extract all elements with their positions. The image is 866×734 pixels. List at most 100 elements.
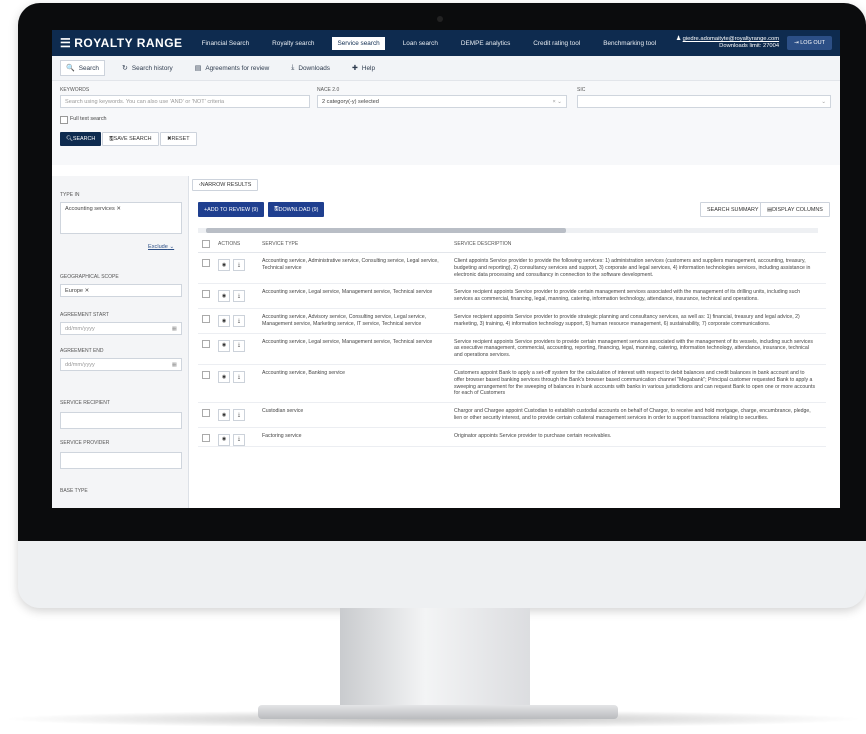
download-icon[interactable]: ⤓ <box>233 259 245 271</box>
menu-icon[interactable]: ☰ <box>60 36 71 50</box>
subnav-agreements-review[interactable]: ▤ Agreements for review <box>190 61 275 75</box>
row-checkbox[interactable] <box>202 409 210 418</box>
download-icon[interactable]: ⤓ <box>233 370 245 383</box>
exclude-link[interactable]: Exclude ⌄ <box>148 244 174 250</box>
calendar-icon[interactable]: ▦ <box>172 362 177 368</box>
geo-chip-label: Europe <box>65 287 84 294</box>
keywords-label: KEYWORDS <box>60 87 90 93</box>
row-actions: ◉ ⤓ <box>218 309 262 333</box>
table-row[interactable]: ◉ ⤓ Accounting service, Legal service, Man… <box>198 284 826 309</box>
download-icon[interactable]: ⤓ <box>233 314 245 327</box>
row-actions: ◉ ⤓ <box>218 253 262 283</box>
reset-button[interactable]: ✖ RESET <box>160 132 197 146</box>
sic-label: SIC <box>577 87 586 93</box>
type-in-select[interactable]: Accounting services ✕ <box>60 202 182 234</box>
nav-benchmarking-tool[interactable]: Benchmarking tool <box>598 37 661 50</box>
calendar-icon[interactable]: ▦ <box>172 326 177 332</box>
view-icon[interactable]: ◉ <box>218 259 230 271</box>
nav-loan-search[interactable]: Loan search <box>398 37 443 50</box>
service-description-cell: Chargor and Chargee appoint Custodian to… <box>454 408 811 421</box>
close-icon[interactable]: ✕ <box>85 288 90 294</box>
row-actions: ◉ ⤓ <box>218 334 262 364</box>
search-icon: 🔍 <box>66 65 75 72</box>
agreement-end-input[interactable]: dd/mm/yyyy ▦ <box>60 358 182 371</box>
display-columns-button[interactable]: ▤ DISPLAY COLUMNS <box>760 202 830 217</box>
download-icon[interactable]: ⤓ <box>233 409 245 422</box>
header-service-description[interactable]: SERVICE DESCRIPTION <box>450 241 826 247</box>
narrow-results-button[interactable]: ‹ NARROW RESULTS <box>192 179 259 191</box>
reset-label: RESET <box>171 136 190 142</box>
filter-sidebar: TYPE IN Accounting services ✕ Exclude ⌄ … <box>52 176 189 508</box>
subnav-downloads-label: Downloads <box>298 64 330 72</box>
save-search-button[interactable]: 🖫 SAVE SEARCH <box>102 132 159 146</box>
service-type-cell: Accounting service, Administrative servi… <box>262 258 439 271</box>
download-icon[interactable]: ⤓ <box>233 290 245 303</box>
view-icon[interactable]: ◉ <box>218 290 230 303</box>
service-provider-input[interactable] <box>60 452 182 469</box>
top-navbar: ☰ ROYALTY RANGE Financial Search Royalty… <box>52 30 840 56</box>
table-row[interactable]: ◉ ⤓ Accounting service, Advisory service, … <box>198 309 826 334</box>
download-button[interactable]: 🖫 DOWNLOAD (9) <box>268 202 325 217</box>
close-icon[interactable]: ✕ <box>116 206 121 212</box>
user-email[interactable]: giedre.adomaityte@royaltyrange.com <box>683 36 779 42</box>
nav-financial-search[interactable]: Financial Search <box>197 37 255 50</box>
full-text-checkbox[interactable] <box>60 116 68 124</box>
nav-credit-rating-tool[interactable]: Credit rating tool <box>528 37 585 50</box>
agreement-start-input[interactable]: dd/mm/yyyy ▦ <box>60 322 182 335</box>
table-row[interactable]: ◉ ⤓ Accounting service, Administrative ser… <box>198 253 826 285</box>
logout-button[interactable]: ⇥ LOG OUT <box>787 36 832 50</box>
search-summary-button[interactable]: SEARCH SUMMARY <box>700 202 766 217</box>
service-type-cell: Accounting service, Banking service <box>262 369 346 376</box>
narrow-results-label: NARROW RESULTS <box>200 182 252 188</box>
type-in-chip-label: Accounting services <box>65 206 115 212</box>
table-row[interactable]: ◉ ⤓ Accounting service, Banking service Cus… <box>198 365 826 404</box>
user-icon: ♟ <box>675 36 683 42</box>
geo-scope-select[interactable]: Europe ✕ <box>60 284 182 297</box>
download-icon[interactable]: ⤓ <box>233 339 245 352</box>
view-icon[interactable]: ◉ <box>218 370 230 383</box>
sic-select[interactable]: ⌄ <box>577 95 831 108</box>
service-recipient-input[interactable] <box>60 412 182 429</box>
view-icon[interactable]: ◉ <box>218 339 230 352</box>
download-icon[interactable]: ⤓ <box>233 433 245 446</box>
geo-chip[interactable]: Europe ✕ <box>65 288 89 294</box>
nav-dempe-analytics[interactable]: DEMPE analytics <box>456 37 515 50</box>
row-actions: ◉ ⤓ <box>218 284 262 308</box>
row-checkbox[interactable] <box>202 259 210 267</box>
add-to-review-button[interactable]: + ADD TO REVIEW (9) <box>198 202 265 217</box>
table-row[interactable]: ◉ ⤓ Custodian service Chargor and Chargee a… <box>198 403 826 428</box>
nav-service-search[interactable]: Service search <box>332 36 385 50</box>
row-checkbox[interactable] <box>202 370 210 379</box>
document-icon: ▤ <box>194 65 202 72</box>
search-button[interactable]: 🔍︎ SEARCH <box>60 132 102 146</box>
type-in-chip[interactable]: Accounting services ✕ <box>65 206 121 212</box>
nace-value: 2 category(-y) selected <box>322 98 379 105</box>
row-checkbox[interactable] <box>202 314 210 323</box>
subnav-search-history[interactable]: ↻ Search history <box>117 61 178 75</box>
search-button-label: SEARCH <box>72 136 96 142</box>
nav-royalty-search[interactable]: Royalty search <box>267 37 319 50</box>
subnav-help-label: Help <box>361 64 376 72</box>
brand-logo[interactable]: ☰ ROYALTY RANGE <box>60 36 183 50</box>
table-row[interactable]: ◉ ⤓ Accounting service, Legal service, Man… <box>198 334 826 365</box>
view-icon[interactable]: ◉ <box>218 433 230 446</box>
agreement-start-label: AGREEMENT START <box>60 312 109 318</box>
subnav-downloads[interactable]: ⤓ Downloads <box>286 61 335 75</box>
row-checkbox[interactable] <box>202 433 210 442</box>
row-checkbox[interactable] <box>202 290 210 299</box>
subnav-search[interactable]: 🔍 Search <box>60 60 105 76</box>
service-description-cell: Service recipient appoints Service provi… <box>454 313 800 327</box>
subnav-help[interactable]: ✚ Help <box>347 61 380 75</box>
horizontal-scrollbar[interactable] <box>198 228 818 233</box>
nace-select[interactable]: 2 category(-y) selected × ⌄ <box>317 95 567 108</box>
geo-scope-label: GEOGRAPHICAL SCOPE <box>60 274 119 280</box>
header-service-type[interactable]: SERVICE TYPE <box>262 241 450 247</box>
keywords-input[interactable]: Search using keywords. You can also use … <box>60 95 310 108</box>
table-row[interactable]: ◉ ⤓ Factoring service Originator appoints S… <box>198 428 826 447</box>
scrollbar-thumb[interactable] <box>206 228 566 233</box>
view-icon[interactable]: ◉ <box>218 409 230 422</box>
select-all-checkbox[interactable] <box>202 240 210 248</box>
row-checkbox[interactable] <box>202 339 210 348</box>
view-icon[interactable]: ◉ <box>218 314 230 327</box>
keywords-placeholder: Search using keywords. You can also use … <box>65 98 225 105</box>
